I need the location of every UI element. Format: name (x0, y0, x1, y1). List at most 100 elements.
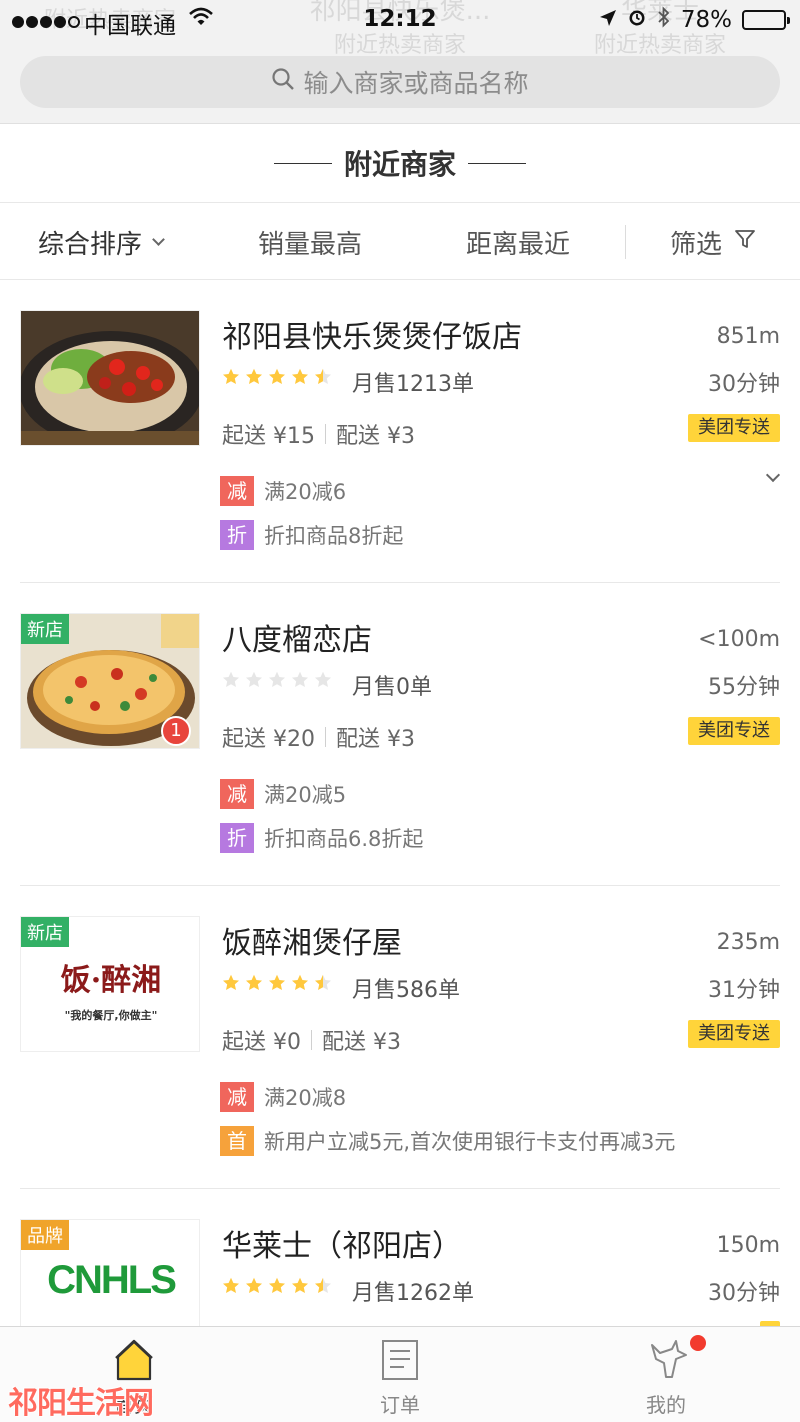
delivery-fee: 配送 ¥3 (336, 424, 415, 449)
tab-orders-label: 订单 (380, 1393, 420, 1417)
sort-nearest[interactable]: 距离最近 (466, 203, 570, 281)
star-icon (291, 974, 309, 992)
chevron-down-icon (152, 232, 165, 246)
monthly-sales: 月售1213单 (352, 372, 474, 397)
section-title: 附近商家 (343, 148, 456, 181)
promo-text: 满20减8 (264, 1086, 347, 1110)
merchant-card[interactable]: 新店 1 八度榴恋店 <100m 月售0单 55分钟 起送 ¥20 配送 ¥3 … (0, 583, 800, 886)
home-icon (114, 1337, 154, 1383)
delivery-time: 31分钟 (708, 978, 780, 1003)
sort-top-sales[interactable]: 销量最高 (258, 203, 362, 281)
divider (311, 1030, 312, 1050)
promo-row: 减 满20减5 (220, 779, 346, 809)
status-bar: 中国联通 12:12 78% (0, 0, 800, 40)
merchant-thumbnail (20, 310, 200, 446)
star-icon (268, 974, 286, 992)
star-icon (314, 671, 332, 689)
sort-default-label: 综合排序 (38, 229, 143, 260)
notification-dot (690, 1335, 706, 1351)
tab-orders[interactable]: 订单 (330, 1327, 470, 1422)
monthly-sales: 月售1262单 (352, 1281, 474, 1306)
location-arrow-icon (599, 7, 617, 33)
merchant-name: 饭醉湘煲仔屋 (222, 926, 402, 961)
discount-tag: 折 (220, 823, 254, 853)
delivery-badge: 美团专送 (688, 414, 780, 442)
kangaroo-profile-icon (646, 1337, 687, 1383)
merchant-card[interactable]: 祁阳县快乐煲煲仔饭店 851m 月售1213单 30分钟 起送 ¥15 配送 ¥… (0, 280, 800, 583)
fee-info: 起送 ¥0 配送 ¥3 (222, 1024, 401, 1056)
search-bar[interactable]: 输入商家或商品名称 (20, 56, 780, 108)
top-header: 附近热卖商家 祁阳县快乐煲... 附近热卖商家 华莱士 附近热卖商家 中国联通 … (0, 0, 800, 124)
min-order: 起送 ¥20 (222, 727, 315, 752)
min-order: 起送 ¥0 (222, 1030, 301, 1055)
discount-tag: 减 (220, 1082, 254, 1112)
expand-promos-chevron-icon[interactable] (765, 467, 781, 483)
merchant-distance: 235m (716, 930, 780, 955)
divider (625, 225, 626, 259)
star-icon (314, 974, 332, 992)
sort-top-sales-label: 销量最高 (258, 229, 363, 260)
monthly-sales: 月售586单 (352, 978, 460, 1003)
delivery-fee: 配送 ¥3 (336, 727, 415, 752)
rating-stars (222, 671, 332, 689)
first-order-tag: 首 (220, 1126, 254, 1156)
brand-badge: 品牌 (21, 1220, 69, 1250)
search-placeholder: 输入商家或商品名称 (303, 69, 529, 98)
merchant-thumbnail: CNHLS 品牌 (20, 1219, 200, 1326)
promo-text: 折扣商品6.8折起 (264, 827, 424, 851)
star-icon (222, 671, 240, 689)
star-icon (291, 671, 309, 689)
star-icon (268, 368, 286, 386)
merchant-name: 华莱士（祁阳店） (222, 1229, 462, 1264)
merchant-thumbnail: 新店 1 (20, 613, 200, 749)
promo-text: 折扣商品8折起 (264, 524, 404, 548)
divider (325, 727, 326, 747)
delivery-fee: 配送 ¥3 (322, 1030, 401, 1055)
promo-row: 首 新用户立减5元,首次使用银行卡支付再减3元 (220, 1126, 675, 1156)
star-icon (245, 671, 263, 689)
alarm-icon (627, 7, 647, 33)
sort-default-dropdown[interactable]: 综合排序 (38, 203, 165, 281)
divider (325, 424, 326, 444)
tab-mine[interactable]: 我的 (596, 1327, 736, 1422)
delivery-badge: 美团专送 (688, 717, 780, 745)
logo-text: CNHLS (47, 1258, 177, 1302)
merchant-name: 祁阳县快乐煲煲仔饭店 (222, 320, 522, 355)
star-icon (222, 974, 240, 992)
divider (468, 162, 526, 164)
merchant-card[interactable]: 饭·醉湘 "我的餐厅,你做主" 新店 饭醉湘煲仔屋 235m 月售586单 31… (0, 886, 800, 1189)
star-icon (314, 1277, 332, 1295)
promo-row: 减 满20减8 (220, 1082, 346, 1112)
divider (273, 162, 332, 164)
merchant-distance: 150m (716, 1233, 780, 1258)
delivery-time: 30分钟 (708, 372, 780, 397)
fee-info: 起送 ¥15 配送 ¥3 (222, 418, 415, 450)
filter-button[interactable]: 筛选 (670, 203, 756, 281)
new-store-badge: 新店 (21, 614, 69, 644)
discount-tag: 减 (220, 779, 254, 809)
star-icon (222, 1277, 240, 1295)
search-icon (271, 67, 295, 97)
star-icon (245, 368, 263, 386)
star-icon (268, 1277, 286, 1295)
merchant-thumbnail: 饭·醉湘 "我的餐厅,你做主" 新店 (20, 916, 200, 1052)
star-icon (268, 671, 286, 689)
monthly-sales: 月售0单 (352, 675, 432, 700)
promo-text: 新用户立减5元,首次使用银行卡支付再减3元 (264, 1130, 676, 1154)
orders-list-icon (380, 1337, 420, 1383)
delivery-time: 30分钟 (708, 1281, 780, 1306)
discount-tag: 折 (220, 520, 254, 550)
logo-slogan: "我的餐厅,你做主" (64, 1009, 158, 1022)
bluetooth-icon (657, 6, 671, 34)
delivery-time: 55分钟 (708, 675, 780, 700)
promo-text: 满20减5 (264, 783, 347, 807)
tab-mine-label: 我的 (646, 1393, 686, 1417)
star-icon (291, 368, 309, 386)
filter-label: 筛选 (670, 229, 723, 260)
merchant-distance: 851m (716, 324, 780, 349)
logo-text: 饭·醉湘 (60, 963, 162, 998)
rating-stars (222, 368, 332, 386)
merchant-card[interactable]: CNHLS 品牌 华莱士（祁阳店） 150m 月售1262单 30分钟 (0, 1189, 800, 1326)
fee-info: 起送 ¥20 配送 ¥3 (222, 721, 415, 753)
star-icon (245, 974, 263, 992)
